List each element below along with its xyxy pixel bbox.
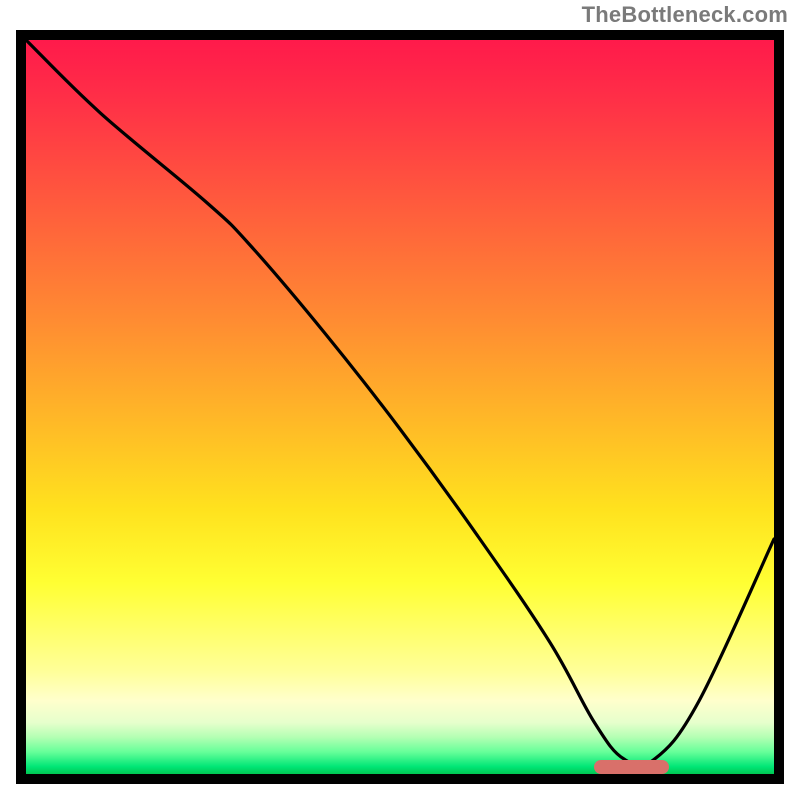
curve-path — [26, 40, 774, 766]
attribution-label: TheBottleneck.com — [582, 2, 788, 28]
bottleneck-curve — [26, 40, 774, 774]
chart-container: TheBottleneck.com — [0, 0, 800, 800]
plot-area — [26, 40, 774, 774]
optimal-range-marker — [594, 760, 669, 774]
chart-frame — [16, 30, 784, 784]
